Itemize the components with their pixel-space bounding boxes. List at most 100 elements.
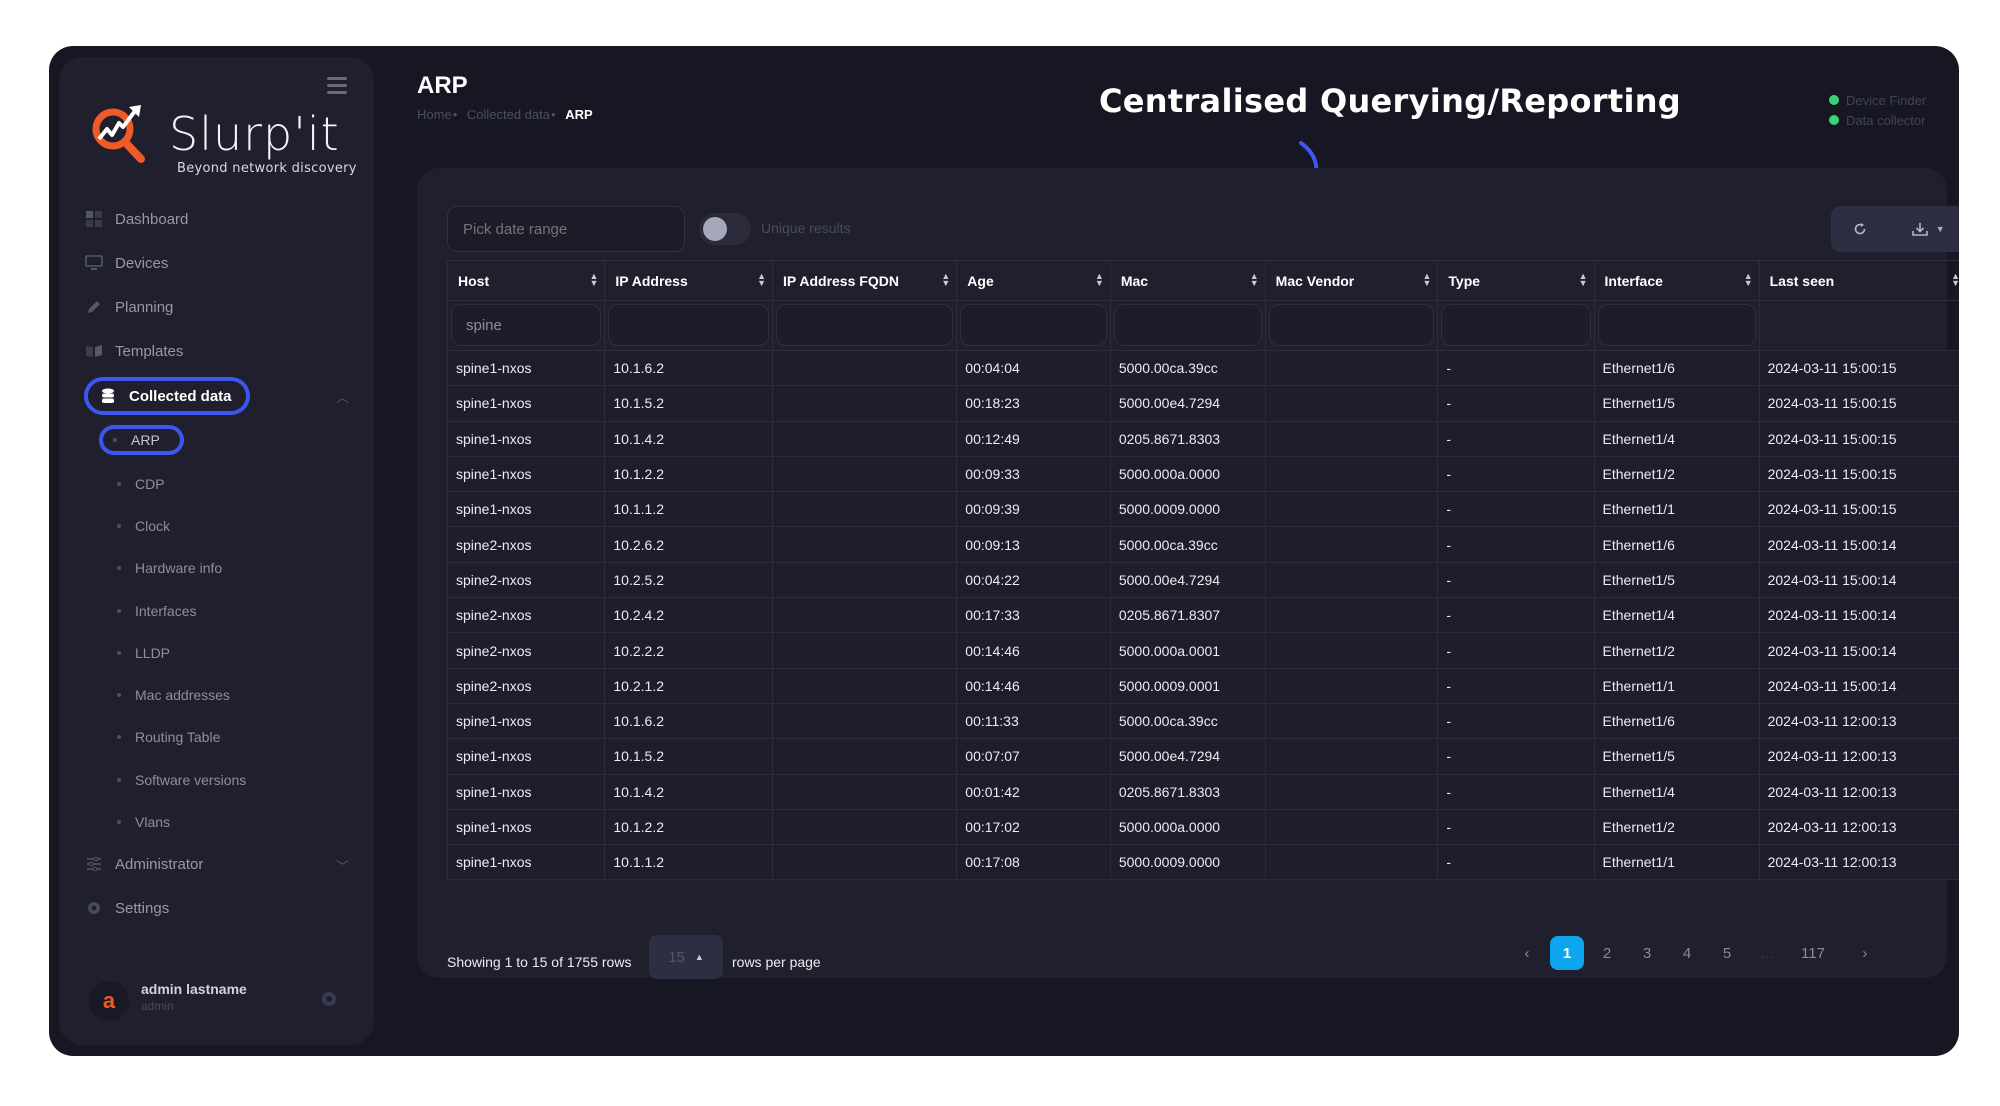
page-button[interactable]: 1 bbox=[1550, 936, 1584, 970]
user-name: admin lastname bbox=[141, 981, 247, 997]
sidebar-item-administrator[interactable]: Administrator bbox=[84, 846, 203, 882]
sidebar-subitem-label: ARP bbox=[131, 432, 160, 448]
sidebar-subitem-hardware-info[interactable]: Hardware info bbox=[107, 553, 222, 583]
rows-per-page-label: rows per page bbox=[732, 954, 821, 970]
column-header-host[interactable]: Host ▲ ▼ bbox=[446, 260, 606, 301]
sort-icon[interactable]: ▲ ▼ bbox=[757, 272, 766, 288]
column-header-mac-vendor[interactable]: Mac Vendor ▲ ▼ bbox=[1264, 260, 1439, 301]
cell-interface: Ethernet1/6 bbox=[1593, 349, 1760, 387]
page-button[interactable]: 5 bbox=[1710, 936, 1744, 970]
table-row[interactable]: spine2-nxos 10.2.4.2 00:17:33 0205.8671.830… bbox=[446, 597, 1959, 634]
column-header-age[interactable]: Age ▲ ▼ bbox=[956, 260, 1111, 301]
sort-icon[interactable]: ▲ ▼ bbox=[1095, 272, 1104, 288]
user-settings-icon[interactable] bbox=[319, 989, 339, 1009]
sidebar-subitem-lldp[interactable]: LLDP bbox=[107, 638, 170, 668]
filter-ip-fqdn-input[interactable] bbox=[776, 304, 954, 346]
column-header-mac[interactable]: Mac ▲ ▼ bbox=[1109, 260, 1266, 301]
refresh-button[interactable] bbox=[1853, 222, 1867, 236]
cell-age: 00:09:33 bbox=[956, 455, 1111, 493]
bullet-icon bbox=[117, 609, 121, 613]
download-button[interactable]: ▼ bbox=[1911, 222, 1945, 236]
cell-last-seen: 2024-03-11 15:00:15 bbox=[1758, 349, 1959, 387]
breadcrumb-collected-data[interactable]: Collected data• bbox=[467, 107, 556, 122]
cell-age: 00:07:07 bbox=[956, 738, 1111, 775]
book-icon bbox=[84, 341, 104, 361]
page-size-select[interactable]: 15 ▲ bbox=[649, 935, 723, 979]
sidebar-item-settings[interactable]: Settings bbox=[84, 890, 169, 926]
chevron-up-icon[interactable]: ︿ bbox=[336, 387, 349, 406]
table-row[interactable]: spine1-nxos 10.1.6.2 00:04:04 5000.00ca.39c… bbox=[446, 349, 1959, 387]
sidebar-item-dashboard[interactable]: Dashboard bbox=[84, 201, 188, 237]
sidebar-item-planning[interactable]: Planning bbox=[84, 289, 173, 325]
unique-results-toggle[interactable] bbox=[699, 213, 751, 245]
page-button[interactable]: 4 bbox=[1670, 936, 1704, 970]
table-row[interactable]: spine1-nxos 10.1.5.2 00:07:07 5000.00e4.729… bbox=[446, 738, 1959, 775]
chevron-down-icon[interactable]: ﹀ bbox=[336, 856, 349, 875]
table-row[interactable]: spine2-nxos 10.2.5.2 00:04:22 5000.00e4.729… bbox=[446, 561, 1959, 599]
sidebar-item-templates[interactable]: Templates bbox=[84, 333, 183, 369]
sort-icon[interactable]: ▲ ▼ bbox=[1951, 272, 1959, 288]
sidebar-item-devices[interactable]: Devices bbox=[84, 245, 168, 281]
cell-ip-address: 10.2.5.2 bbox=[604, 561, 774, 599]
filter-ip-address-input[interactable] bbox=[608, 304, 770, 346]
table-row[interactable]: spine1-nxos 10.1.4.2 00:01:42 0205.8671.830… bbox=[446, 773, 1959, 810]
date-range-input[interactable] bbox=[447, 206, 685, 252]
sort-icon[interactable]: ▲ ▼ bbox=[1579, 272, 1588, 288]
sidebar-subitem-vlans[interactable]: Vlans bbox=[107, 807, 170, 837]
sidebar-subitem-software-versions[interactable]: Software versions bbox=[107, 765, 246, 795]
sidebar-subitem-clock[interactable]: Clock bbox=[107, 511, 170, 541]
sort-icon[interactable]: ▲ ▼ bbox=[1423, 272, 1432, 288]
table-row[interactable]: spine1-nxos 10.1.2.2 00:09:33 5000.000a.000… bbox=[446, 455, 1959, 493]
next-page-button[interactable]: › bbox=[1848, 936, 1882, 970]
table-row[interactable]: spine1-nxos 10.1.6.2 00:11:33 5000.00ca.39c… bbox=[446, 702, 1959, 740]
table-row[interactable]: spine1-nxos 10.1.2.2 00:17:02 5000.000a.000… bbox=[446, 808, 1959, 846]
sidebar-item-collected-data[interactable]: Collected data bbox=[84, 377, 250, 415]
sort-icon[interactable]: ▲ ▼ bbox=[589, 272, 598, 288]
sidebar-subitem-cdp[interactable]: CDP bbox=[107, 469, 165, 499]
menu-toggle-button[interactable] bbox=[327, 77, 347, 95]
cell-host: spine1-nxos bbox=[446, 808, 606, 846]
cell-interface: Ethernet1/2 bbox=[1593, 455, 1760, 493]
column-header-last-seen[interactable]: Last seen ▲ ▼ bbox=[1758, 260, 1959, 301]
filter-host-input[interactable] bbox=[451, 304, 602, 346]
table-row[interactable]: spine1-nxos 10.1.1.2 00:09:39 5000.0009.000… bbox=[446, 491, 1959, 528]
column-header-ip-address-fqdn[interactable]: IP Address FQDN ▲ ▼ bbox=[772, 260, 958, 301]
filter-interface-input[interactable] bbox=[1597, 304, 1756, 346]
sidebar-subitem-mac-addresses[interactable]: Mac addresses bbox=[107, 680, 230, 710]
sidebar-subitem-label: Software versions bbox=[135, 772, 247, 788]
page-button[interactable]: 117 bbox=[1795, 936, 1831, 970]
table-row[interactable]: spine1-nxos 10.1.4.2 00:12:49 0205.8671.830… bbox=[446, 420, 1959, 457]
cell-type: - bbox=[1437, 420, 1595, 457]
column-header-interface[interactable]: Interface ▲ ▼ bbox=[1593, 260, 1760, 301]
filter-mac-vendor-input[interactable] bbox=[1268, 304, 1435, 346]
prev-page-button[interactable]: ‹ bbox=[1510, 936, 1544, 970]
table-row[interactable]: spine1-nxos 10.1.1.2 00:17:08 5000.0009.000… bbox=[446, 844, 1959, 881]
cell-mac: 5000.000a.0000 bbox=[1109, 808, 1266, 846]
cell-ip-fqdn bbox=[772, 773, 958, 810]
page-ellipsis: ... bbox=[1760, 944, 1774, 962]
user-profile[interactable]: a admin lastname admin bbox=[89, 977, 349, 1027]
table-row[interactable]: spine2-nxos 10.2.2.2 00:14:46 5000.000a.000… bbox=[446, 632, 1959, 669]
sidebar-subitem-interfaces[interactable]: Interfaces bbox=[107, 596, 196, 626]
filter-age-input[interactable] bbox=[960, 304, 1107, 346]
sidebar-subitem-routing-table[interactable]: Routing Table bbox=[107, 722, 220, 752]
cell-mac-vendor bbox=[1264, 385, 1439, 422]
cell-ip-address: 10.1.2.2 bbox=[604, 808, 774, 846]
cell-type: - bbox=[1437, 808, 1595, 846]
breadcrumb-home[interactable]: Home• bbox=[417, 107, 457, 122]
cell-mac: 5000.0009.0001 bbox=[1109, 667, 1266, 704]
column-header-type[interactable]: Type ▲ ▼ bbox=[1437, 260, 1595, 301]
sort-icon[interactable]: ▲ ▼ bbox=[1250, 272, 1259, 288]
page-button[interactable]: 2 bbox=[1590, 936, 1624, 970]
column-header-ip-address[interactable]: IP Address ▲ ▼ bbox=[604, 260, 774, 301]
filter-type-input[interactable] bbox=[1441, 304, 1591, 346]
sort-icon[interactable]: ▲ ▼ bbox=[941, 272, 950, 288]
table-row[interactable]: spine2-nxos 10.2.1.2 00:14:46 5000.0009.000… bbox=[446, 667, 1959, 704]
logo[interactable]: Slurp'it Beyond network discovery bbox=[89, 87, 356, 177]
table-row[interactable]: spine2-nxos 10.2.6.2 00:09:13 5000.00ca.39c… bbox=[446, 526, 1959, 563]
sidebar-subitem-arp[interactable]: ARP bbox=[99, 425, 184, 455]
sort-icon[interactable]: ▲ ▼ bbox=[1744, 272, 1753, 288]
page-button[interactable]: 3 bbox=[1630, 936, 1664, 970]
filter-mac-input[interactable] bbox=[1113, 304, 1262, 346]
table-row[interactable]: spine1-nxos 10.1.5.2 00:18:23 5000.00e4.729… bbox=[446, 385, 1959, 422]
